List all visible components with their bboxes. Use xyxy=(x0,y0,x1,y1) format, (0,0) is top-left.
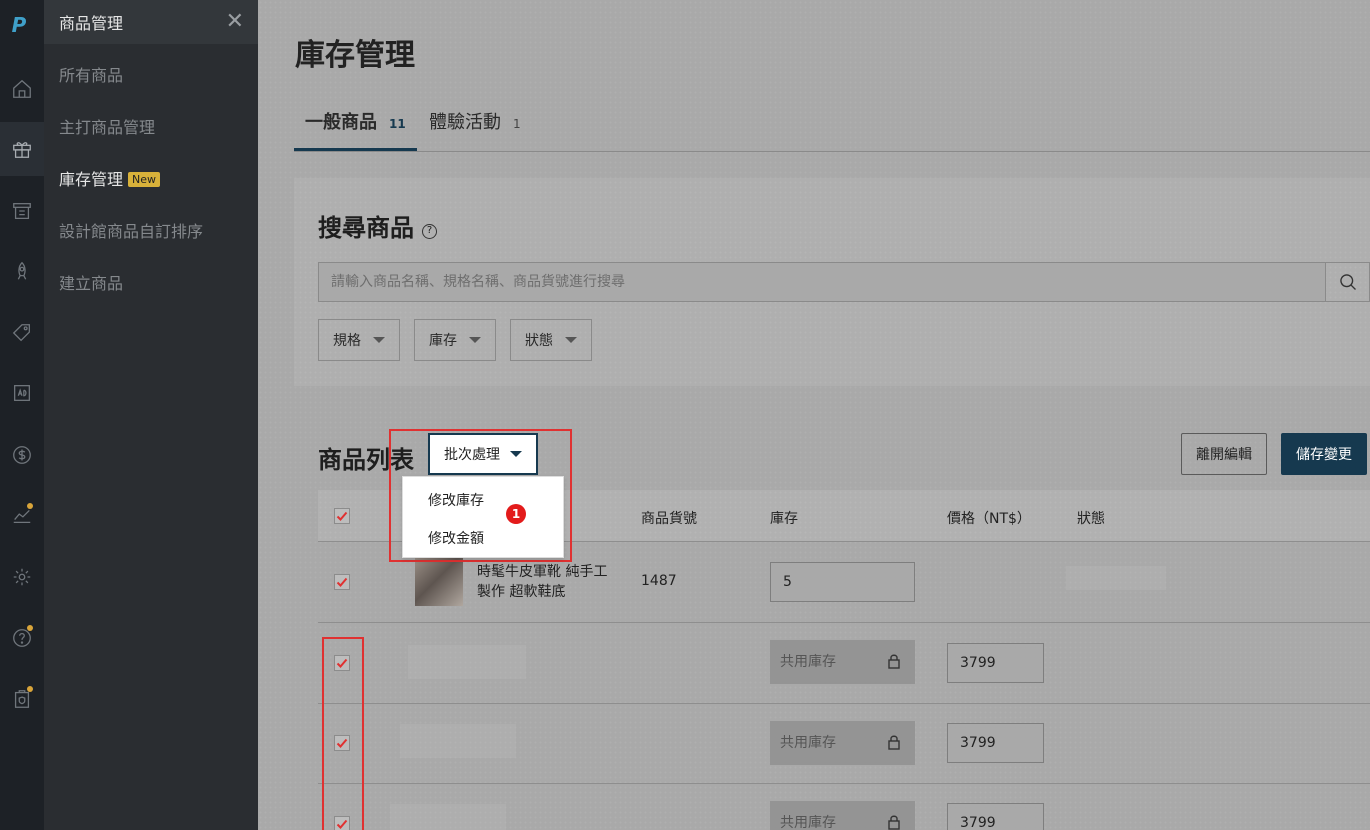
search-card: 搜尋商品? 請輸入商品名稱、規格名稱、商品貨號進行搜尋 規格 庫存 狀態 xyxy=(294,178,1370,386)
subnav-title: 商品管理 xyxy=(59,14,124,33)
home-icon[interactable] xyxy=(0,62,44,116)
product-sku: 1487 xyxy=(641,573,677,589)
subnav-item-label: 建立商品 xyxy=(59,274,124,293)
variant-name-placeholder xyxy=(400,724,516,758)
filter-stock-dropdown[interactable]: 庫存 xyxy=(414,319,496,361)
tab-general-products[interactable]: 一般商品 11 xyxy=(294,108,417,151)
step-marker: 1 xyxy=(506,504,526,524)
menu-item-edit-price[interactable]: 修改金額 xyxy=(428,528,484,548)
tab-count: 11 xyxy=(389,117,406,131)
notification-dot xyxy=(27,503,33,509)
filter-spec-dropdown[interactable]: 規格 xyxy=(318,319,400,361)
price-input[interactable]: 3799 xyxy=(947,643,1044,683)
help-icon[interactable] xyxy=(0,611,44,665)
search-input[interactable]: 請輸入商品名稱、規格名稱、商品貨號進行搜尋 xyxy=(318,262,1326,302)
tab-label: 一般商品 xyxy=(305,112,377,133)
check-icon xyxy=(336,577,348,587)
tab-label: 體驗活動 xyxy=(429,112,501,133)
subnav-header: 商品管理 ✕ xyxy=(44,0,258,44)
dollar-icon[interactable] xyxy=(0,428,44,482)
subnav-item-label: 設計館商品自訂排序 xyxy=(59,222,204,241)
notification-dot xyxy=(27,625,33,631)
caret-down-icon xyxy=(469,337,481,343)
caret-down-icon xyxy=(510,451,522,457)
gear-icon[interactable] xyxy=(0,550,44,604)
product-name-line: 製作 超軟鞋底 xyxy=(477,584,566,600)
gift-icon[interactable] xyxy=(0,122,44,176)
subnav-item-label: 庫存管理 xyxy=(59,170,124,189)
search-icon xyxy=(1339,274,1356,290)
subnav-item-featured[interactable]: 主打商品管理 xyxy=(59,114,155,138)
column-header-status: 狀態 xyxy=(1077,511,1105,527)
filter-label: 狀態 xyxy=(525,333,553,349)
lock-icon xyxy=(888,815,900,830)
leave-edit-button[interactable]: 離開編輯 xyxy=(1181,433,1267,475)
variant-row: 共用庫存 3799 xyxy=(318,704,1370,784)
filter-status-dropdown[interactable]: 狀態 xyxy=(510,319,592,361)
row-checkbox[interactable] xyxy=(334,574,350,590)
ad-icon[interactable] xyxy=(0,366,44,420)
shared-stock-label: 共用庫存 xyxy=(780,815,836,830)
icon-rail: P xyxy=(0,0,44,830)
search-button[interactable] xyxy=(1325,262,1370,302)
filter-label: 庫存 xyxy=(429,333,457,349)
tab-bar: 一般商品 11 體驗活動 1 xyxy=(294,108,1370,152)
product-name[interactable]: 時髦牛皮軍靴 純手工 製作 超軟鞋底 xyxy=(477,562,607,602)
shield-icon[interactable] xyxy=(0,672,44,726)
column-header-stock: 庫存 xyxy=(770,511,798,527)
filter-label: 規格 xyxy=(333,333,361,349)
sub-navigation: 商品管理 ✕ 所有商品 主打商品管理 庫存管理 New 設計館商品自訂排序 建立商… xyxy=(44,0,258,830)
save-changes-button[interactable]: 儲存變更 xyxy=(1281,433,1367,475)
batch-action-dropdown[interactable]: 批次處理 xyxy=(428,433,538,475)
help-icon[interactable]: ? xyxy=(422,224,437,239)
batch-menu: 修改庫存 修改金額 xyxy=(402,476,564,558)
subnav-item-label: 主打商品管理 xyxy=(59,118,156,137)
app-logo[interactable]: P xyxy=(6,10,32,40)
price-input[interactable]: 3799 xyxy=(947,803,1044,830)
lock-icon xyxy=(888,735,900,750)
tab-count: 1 xyxy=(513,117,521,131)
variant-row: 共用庫存 3799 xyxy=(318,623,1370,704)
page-title: 庫存管理 xyxy=(295,38,415,73)
stock-input[interactable]: 5 xyxy=(770,562,915,602)
variant-name-placeholder xyxy=(390,804,506,830)
rocket-icon[interactable] xyxy=(0,244,44,298)
subnav-item-inventory[interactable]: 庫存管理 New xyxy=(59,166,161,190)
lock-icon xyxy=(888,654,900,669)
shared-stock-field: 共用庫存 xyxy=(770,721,915,765)
shared-stock-field: 共用庫存 xyxy=(770,801,915,830)
shared-stock-label: 共用庫存 xyxy=(780,735,836,751)
menu-item-edit-stock[interactable]: 修改庫存 xyxy=(428,490,484,510)
receipt-icon[interactable] xyxy=(0,184,44,238)
tag-icon[interactable] xyxy=(0,306,44,360)
new-badge: New xyxy=(128,172,161,187)
subnav-item-create[interactable]: 建立商品 xyxy=(59,270,123,294)
caret-down-icon xyxy=(565,337,577,343)
subnav-item-custom-sort[interactable]: 設計館商品自訂排序 xyxy=(59,218,203,242)
subnav-item-all-products[interactable]: 所有商品 xyxy=(59,62,123,86)
chart-icon[interactable] xyxy=(0,488,44,542)
select-all-checkbox[interactable] xyxy=(334,508,350,524)
column-header-price: 價格（NT$） xyxy=(947,511,1031,527)
subnav-item-label: 所有商品 xyxy=(59,66,124,85)
variant-name-placeholder xyxy=(408,645,526,679)
search-title: 搜尋商品? xyxy=(318,208,437,243)
shared-stock-label: 共用庫存 xyxy=(780,654,836,670)
checkbox-highlight xyxy=(322,637,364,830)
tab-experience-events[interactable]: 體驗活動 1 xyxy=(429,108,521,151)
status-placeholder xyxy=(1066,566,1166,590)
shared-stock-field: 共用庫存 xyxy=(770,640,915,684)
notification-dot xyxy=(27,686,33,692)
column-header-sku: 商品貨號 xyxy=(641,511,697,527)
main-content: 庫存管理 一般商品 11 體驗活動 1 搜尋商品? 請輸入商品名稱、規格名稱、商品貨… xyxy=(258,0,1370,830)
variant-row: 共用庫存 3799 xyxy=(318,784,1370,830)
batch-label: 批次處理 xyxy=(444,447,500,463)
price-input[interactable]: 3799 xyxy=(947,723,1044,763)
close-icon[interactable]: ✕ xyxy=(226,11,244,33)
check-icon xyxy=(336,511,348,521)
search-title-text: 搜尋商品 xyxy=(318,214,414,242)
caret-down-icon xyxy=(373,337,385,343)
product-name-line: 時髦牛皮軍靴 純手工 xyxy=(477,564,608,580)
product-thumbnail[interactable] xyxy=(415,558,463,606)
